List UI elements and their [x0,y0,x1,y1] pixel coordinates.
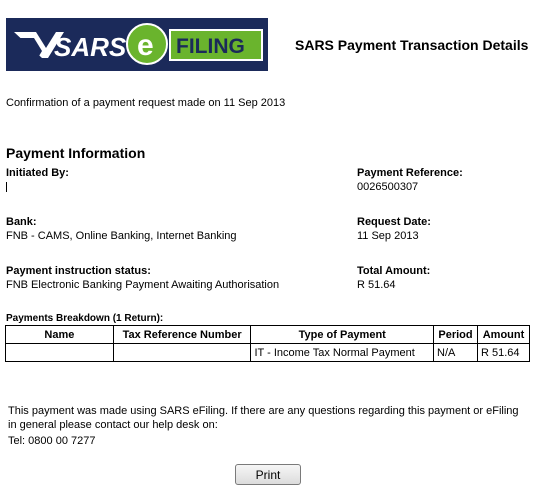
request-date-value: 11 Sep 2013 [357,230,419,242]
svg-text:e: e [137,29,154,62]
text-caret [6,182,7,193]
bank-label: Bank: [6,216,37,228]
payment-status-field: Payment instruction status: FNB Electron… [6,264,279,292]
cell-period: N/A [433,343,478,362]
payments-breakdown-title: Payments Breakdown (1 Return): [6,313,164,324]
cell-amount: R 51.64 [476,343,531,362]
bank-field: Bank: FNB - CAMS, Online Banking, Intern… [6,215,237,243]
column-header-period: Period [433,325,478,344]
svg-text:FILING: FILING [176,35,245,58]
total-amount-label: Total Amount: [357,265,431,277]
initiated-by-field: Initiated By: [6,166,69,194]
payment-information-heading: Payment Information [6,145,146,161]
table-row: IT - Income Tax Normal Payment N/A R 51.… [5,343,531,362]
column-header-amount: Amount [476,325,531,344]
payment-status-value: FNB Electronic Banking Payment Awaiting … [6,279,280,291]
cell-type-of-payment: IT - Income Tax Normal Payment [250,343,434,362]
table-header-row: Name Tax Reference Number Type of Paymen… [5,325,531,344]
column-header-name: Name [5,325,114,344]
payment-status-label: Payment instruction status: [6,265,151,277]
initiated-by-label: Initiated By: [6,167,69,179]
confirmation-text: Confirmation of a payment request made o… [6,97,286,109]
sars-efiling-logo: SARS e FILING [6,18,268,71]
bank-value: FNB - CAMS, Online Banking, Internet Ban… [6,230,237,242]
column-header-tax-reference: Tax Reference Number [112,325,252,344]
print-button[interactable]: Print [235,464,301,485]
total-amount-value: R 51.64 [357,279,396,291]
payment-reference-value: 0026500307 [357,181,419,193]
svg-text:SARS: SARS [54,32,127,62]
request-date-field: Request Date: 11 Sep 2013 [357,215,431,243]
help-desk-telephone: Tel: 0800 00 7277 [8,435,96,447]
cell-name [5,343,114,362]
column-header-type-of-payment: Type of Payment [250,325,434,344]
page-title: SARS Payment Transaction Details [295,37,529,53]
payments-breakdown-table: Name Tax Reference Number Type of Paymen… [5,325,531,362]
cell-tax-reference [112,343,252,362]
request-date-label: Request Date: [357,216,431,228]
payment-reference-field: Payment Reference: 0026500307 [357,166,463,194]
payment-reference-label: Payment Reference: [357,167,463,179]
total-amount-field: Total Amount: R 51.64 [357,264,430,292]
initiated-by-value [6,180,69,194]
footer-message: This payment was made using SARS eFiling… [8,405,519,431]
